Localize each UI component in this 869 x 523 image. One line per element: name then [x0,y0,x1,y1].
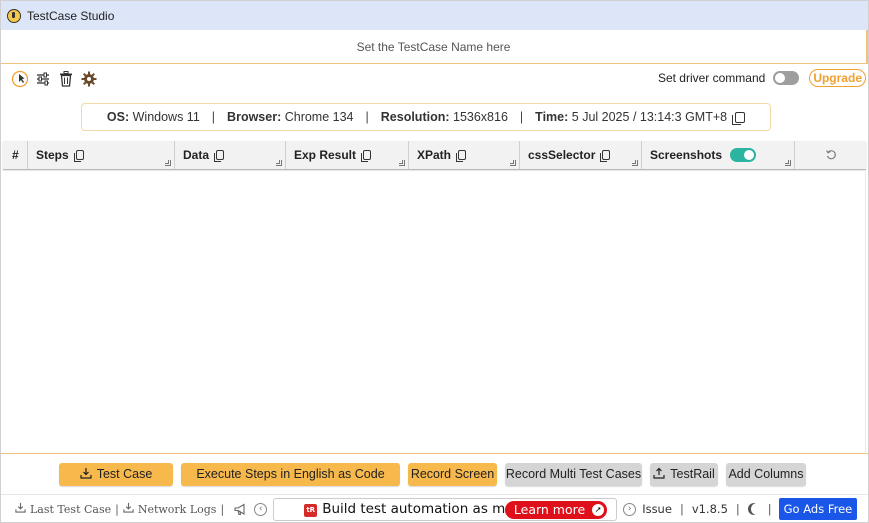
footer-separator: | [115,502,119,516]
add-columns-button[interactable]: Add Columns [726,462,806,486]
copy-column-icon[interactable] [456,150,467,162]
resolution-label: Resolution: [380,110,450,124]
column-label: Data [183,148,210,162]
copy-column-icon[interactable] [73,150,84,162]
trash-icon[interactable] [57,70,75,88]
info-separator: | [519,110,524,124]
os-value: Windows 11 [132,110,200,124]
testrail-label: TestRail [670,467,715,481]
footer-separator: | [679,502,684,516]
download-icon [123,502,134,516]
info-separator: | [365,110,369,124]
app-window: TestCase Studio Set the TestCase Name he… [0,0,869,523]
column-resize-handle[interactable] [276,160,282,166]
copy-info-icon[interactable] [732,111,746,125]
column-resize-handle[interactable] [399,160,405,166]
learn-more-button[interactable]: Learn more ➚ [504,500,608,519]
resolution-value: 1536x816 [453,110,508,124]
column-header-exp-result: Exp Result [286,141,409,169]
browser-label: Browser: [227,110,282,124]
test-steps-table-body [3,171,866,452]
download-icon [15,502,26,516]
copy-column-icon[interactable] [361,150,372,162]
issue-link[interactable]: Issue [642,502,672,516]
reset-icon[interactable] [825,149,837,161]
column-label: cssSelector [528,148,596,162]
column-resize-handle[interactable] [165,160,171,166]
action-bar: Test Case Execute Steps in English as Co… [1,453,868,494]
upgrade-button[interactable]: Upgrade [809,69,866,87]
environment-info-bar: OS: Windows 11 | Browser: Chrome 134 | R… [81,103,771,131]
footer-separator: | [735,502,740,516]
record-multi-test-cases-button[interactable]: Record Multi Test Cases [505,462,642,486]
column-header-xpath: XPath [409,141,520,169]
driver-command-label: Set driver command [657,71,766,85]
window-title: TestCase Studio [27,8,115,23]
app-logo-icon [7,8,21,23]
footer-bar: Last Test Case | Network Logs | ‹ tR Bui… [1,494,868,523]
ad-text: Build test automation as m [322,501,506,517]
last-test-case-label: Last Test Case [30,502,112,516]
column-header-screenshots: Screenshots [642,141,795,169]
screenshots-toggle[interactable] [730,148,757,162]
last-test-case-link[interactable]: Last Test Case [15,502,111,516]
toolbar-right: Set driver command Upgrade [658,69,866,87]
ad-logo: tR [304,503,318,517]
copy-column-icon[interactable] [214,150,225,162]
column-label: Exp Result [294,148,357,162]
browser-value: Chrome 134 [284,110,354,124]
testcase-name-input[interactable] [1,30,866,63]
column-resize-handle[interactable] [632,160,638,166]
ad-banner[interactable]: tR Build test automation as m Learn more… [273,497,618,521]
test-case-label: Test Case [96,467,153,481]
column-label: XPath [417,148,452,162]
upload-icon [653,467,665,482]
testrail-button[interactable]: TestRail [650,462,718,486]
download-icon [80,467,92,482]
cursor-icon: ➚ [592,503,605,516]
column-header-css-selector: cssSelector [520,141,642,169]
info-separator: | [211,110,216,124]
column-label: # [12,148,19,162]
gear-icon[interactable] [80,70,98,88]
column-header-index: # [3,141,28,169]
column-label: Steps [36,148,69,162]
footer-right: Issue | v1.8.5 | | Go Ads Free [642,498,858,520]
record-screen-button[interactable]: Record Screen [408,462,497,486]
ad-prev-icon[interactable]: ‹ [254,502,268,516]
network-logs-link[interactable]: Network Logs [123,502,217,516]
column-header-data: Data [175,141,286,169]
copy-column-icon[interactable] [600,150,611,162]
time-label: Time: [535,110,569,124]
test-case-button[interactable]: Test Case [59,462,173,486]
title-bar: TestCase Studio [1,1,868,30]
test-steps-table-header: # Steps Data Exp Result XPath cssSelecto… [3,141,866,170]
ad-next-icon[interactable]: › [623,502,637,516]
column-resize-handle[interactable] [510,160,516,166]
column-header-actions [795,141,866,169]
column-resize-handle[interactable] [785,160,791,166]
pointer-icon[interactable] [11,70,29,88]
network-logs-label: Network Logs [137,502,217,516]
sliders-icon[interactable] [34,70,52,88]
testcase-name-row [1,30,868,64]
learn-more-label: Learn more [513,502,586,517]
time-value: 5 Jul 2025 / 13:14:3 GMT+8 [571,110,728,124]
dark-mode-icon[interactable] [751,503,763,515]
column-header-steps: Steps [28,141,175,169]
megaphone-icon[interactable] [234,503,248,516]
toolbar: Set driver command Upgrade [1,64,868,94]
os-label: OS: [106,110,130,124]
go-ads-free-button[interactable]: Go Ads Free [778,498,858,520]
column-label: Screenshots [650,148,723,162]
execute-english-button[interactable]: Execute Steps in English as Code [181,462,400,486]
footer-separator: | [767,502,772,516]
version-label: v1.8.5 [691,502,728,516]
footer-separator: | [220,502,225,516]
driver-command-toggle[interactable] [773,71,800,85]
